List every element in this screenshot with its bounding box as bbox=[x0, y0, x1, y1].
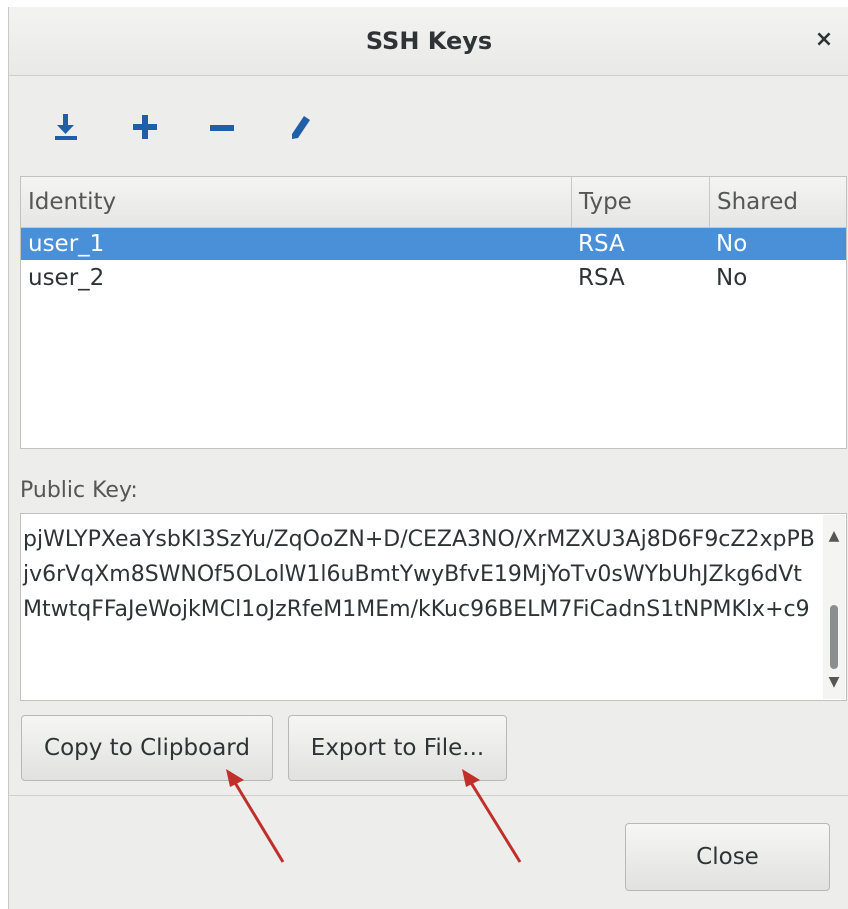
scroll-down-icon[interactable]: ▼ bbox=[823, 671, 845, 693]
import-key-button[interactable] bbox=[46, 108, 86, 148]
column-header-type[interactable]: Type bbox=[571, 177, 709, 227]
public-key-label: Public Key: bbox=[20, 478, 138, 503]
cell-identity: user_2 bbox=[28, 265, 105, 291]
minus-icon bbox=[210, 125, 234, 131]
close-icon[interactable]: × bbox=[813, 29, 835, 51]
cell-shared: No bbox=[716, 231, 748, 257]
public-key-text[interactable]: pjWLYPXeaYsbKI3SzYu/ZqOoZN+D/CEZA3NO/XrM… bbox=[23, 522, 818, 627]
table-row[interactable]: user_2 RSA No bbox=[21, 262, 846, 294]
add-key-button[interactable] bbox=[125, 108, 165, 148]
table-header: Identity Type Shared bbox=[21, 177, 846, 228]
title-bar: SSH Keys × bbox=[9, 7, 848, 76]
cell-shared: No bbox=[716, 265, 748, 291]
download-icon bbox=[55, 114, 77, 140]
remove-key-button[interactable] bbox=[203, 108, 243, 148]
cell-type: RSA bbox=[578, 231, 625, 257]
copy-to-clipboard-button[interactable]: Copy to Clipboard bbox=[21, 715, 273, 781]
ssh-keys-table[interactable]: Identity Type Shared user_1 RSA No user_… bbox=[20, 176, 847, 449]
close-button[interactable]: Close bbox=[625, 823, 830, 891]
cell-type: RSA bbox=[578, 265, 625, 291]
footer-separator bbox=[8, 795, 848, 796]
column-header-identity[interactable]: Identity bbox=[21, 177, 571, 227]
dialog-title: SSH Keys bbox=[365, 27, 493, 55]
public-key-scrollbar[interactable]: ▲ ▼ bbox=[823, 515, 845, 699]
cell-identity: user_1 bbox=[28, 231, 105, 257]
pencil-icon bbox=[292, 116, 310, 139]
edit-key-button[interactable] bbox=[281, 108, 321, 148]
export-to-file-button[interactable]: Export to File... bbox=[288, 715, 507, 781]
scroll-up-icon[interactable]: ▲ bbox=[823, 525, 845, 547]
column-header-shared[interactable]: Shared bbox=[709, 177, 846, 227]
plus-icon bbox=[133, 115, 157, 139]
public-key-textview[interactable]: pjWLYPXeaYsbKI3SzYu/ZqOoZN+D/CEZA3NO/XrM… bbox=[20, 513, 847, 701]
table-row[interactable]: user_1 RSA No bbox=[21, 228, 846, 260]
scrollbar-thumb[interactable] bbox=[830, 605, 838, 669]
